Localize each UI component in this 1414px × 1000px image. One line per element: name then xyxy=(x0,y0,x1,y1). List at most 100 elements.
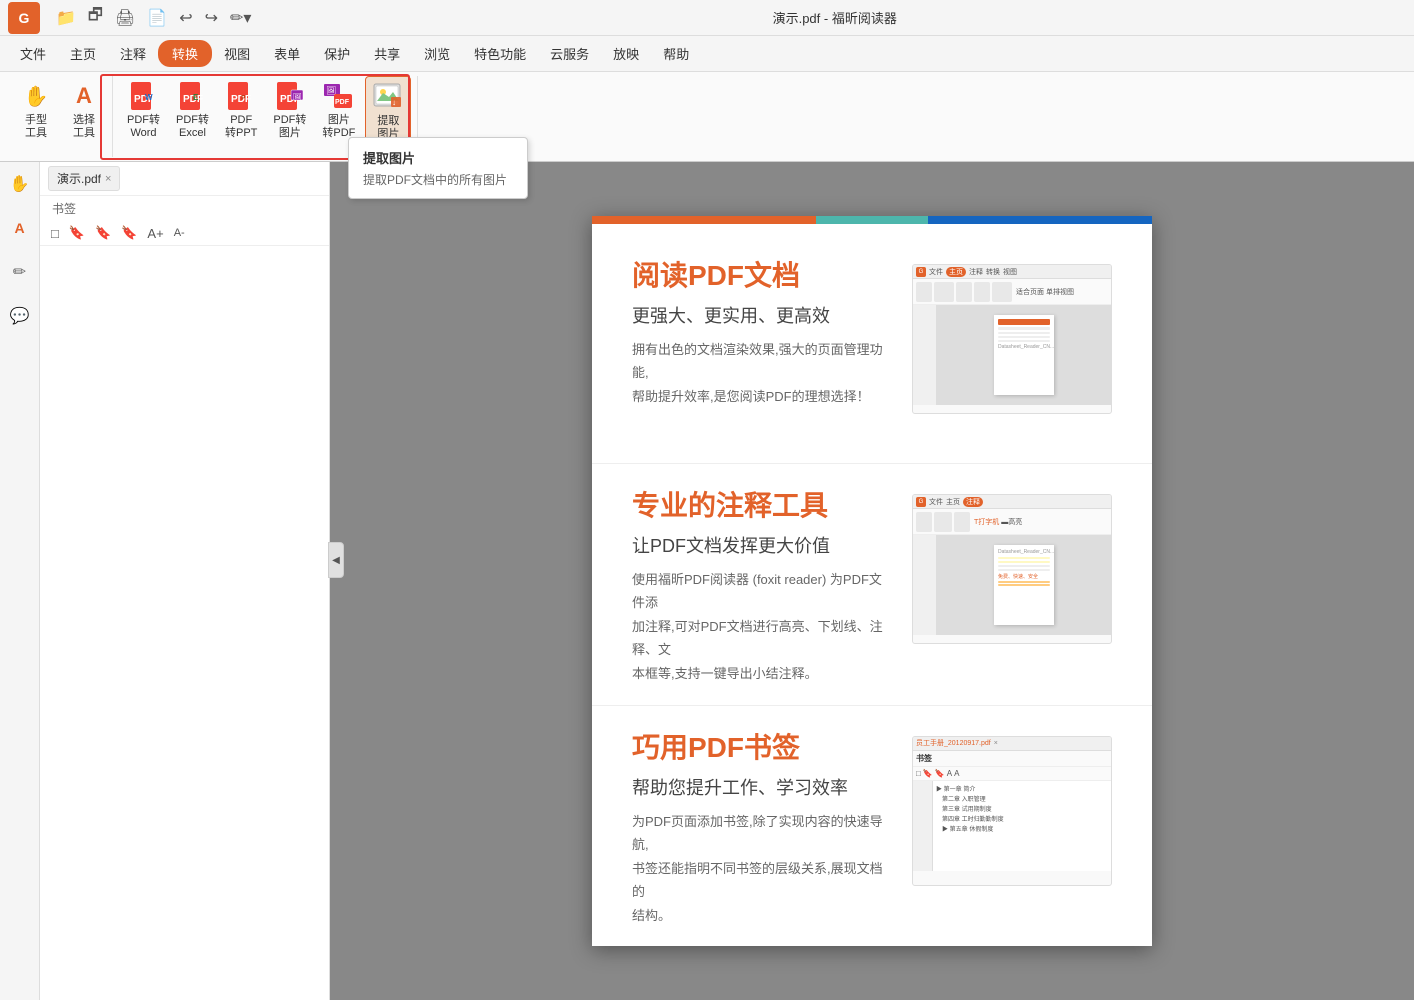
title-toolbar: 📁 🗗 🖨 📄 ↩ ↪ ✏▾ xyxy=(52,2,255,33)
pdf-to-ppt-button[interactable]: PDF P PDF转PPT xyxy=(219,76,263,144)
undo-icon[interactable]: ↩ xyxy=(175,6,196,30)
menu-home[interactable]: 主页 xyxy=(58,40,108,67)
thumb1-annotate: 注释 xyxy=(969,267,983,277)
thumb2-sidebar xyxy=(913,535,937,635)
menu-view[interactable]: 视图 xyxy=(212,40,262,67)
file-tab-name: 演示.pdf xyxy=(57,170,101,187)
menu-protect[interactable]: 保护 xyxy=(312,40,362,67)
thumb2-logo: G xyxy=(916,497,926,507)
sidebar-edit-icon[interactable]: ✏ xyxy=(6,258,34,286)
content-area: 阅读PDF文档 更强大、更实用、更高效 拥有出色的文档渲染效果,强大的页面管理功… xyxy=(330,162,1414,1000)
file-tab-demo[interactable]: 演示.pdf × xyxy=(48,166,120,191)
extract-image-icon: ↓ xyxy=(372,81,404,113)
thumb2-underline: ▬高亮 xyxy=(1001,517,1022,527)
thumb1-filename: Datasheet_Reader_CN... xyxy=(998,344,1050,350)
thumb1-tool1 xyxy=(916,282,932,302)
menu-special[interactable]: 特色功能 xyxy=(462,40,538,67)
thumb1-logo: G xyxy=(916,267,926,277)
pdf-to-word-icon: PDF W xyxy=(128,80,160,112)
thumb3-bookmarks: ▶ 第一章 简介 第二章 入职管理 第三章 试用期制度 第四章 工时归勤勤制度 … xyxy=(933,781,1111,871)
edit-icon[interactable]: ✏▾ xyxy=(226,6,255,30)
menu-help[interactable]: 帮助 xyxy=(651,40,701,67)
color-bar-teal xyxy=(816,216,928,224)
new-doc-icon[interactable]: 📄 xyxy=(143,6,171,30)
image-to-pdf-button[interactable]: 🖼 PDF 图片转PDF xyxy=(316,76,361,144)
menu-cloud[interactable]: 云服务 xyxy=(538,40,601,67)
sidebar-hand-icon[interactable]: ✋ xyxy=(6,170,34,198)
menu-bar: 文件 主页 注释 转换 视图 表单 保护 共享 浏览 特色功能 云服务 放映 帮… xyxy=(0,36,1414,72)
thumb1-tool2 xyxy=(934,282,954,302)
section1-title: 阅读PDF文档 xyxy=(632,254,892,294)
pdf-to-image-button[interactable]: PDF 🖼 PDF转图片 xyxy=(267,76,312,144)
menu-file[interactable]: 文件 xyxy=(8,40,58,67)
pdf-to-image-label: PDF转图片 xyxy=(273,114,306,140)
window-title: 演示.pdf - 福昕阅读器 xyxy=(263,8,1406,27)
thumb2-annotate: 注释 xyxy=(963,497,983,507)
select-tool-label: 选择工具 xyxy=(73,114,95,140)
select-tool-button[interactable]: A 选择工具 xyxy=(62,76,106,144)
pdf-to-excel-button[interactable]: PDF E PDF转Excel xyxy=(170,76,215,144)
pdf-to-word-button[interactable]: PDF W PDF转Word xyxy=(121,76,166,144)
svg-text:↓: ↓ xyxy=(392,98,396,107)
section1-text: 拥有出色的文档渲染效果,强大的页面管理功能,帮助提升效率,是您阅读PDF的理想选… xyxy=(632,338,892,408)
tooltip-title: 提取图片 xyxy=(363,148,513,167)
thumb3-tool1: □ xyxy=(916,769,921,778)
thumb3-bookmark-label: 书签 xyxy=(916,753,932,764)
thumb2-filename: Datasheet_Reader_CN... xyxy=(998,549,1050,555)
left-sidebar: ✋ A ✏ 💬 xyxy=(0,162,40,1000)
hand-tool-label: 手型工具 xyxy=(25,114,47,140)
thumb1-filemenu: 文件 xyxy=(929,267,943,277)
bookmark-icon1[interactable]: 🔖 xyxy=(66,223,88,243)
bookmark-toolbar: □ 🔖 🔖 🔖 A+ A- xyxy=(40,221,329,246)
thumb1-sidebar xyxy=(913,305,937,405)
thumb3-sidebar xyxy=(913,781,933,871)
title-bar: G 📁 🗗 🖨 📄 ↩ ↪ ✏▾ 演示.pdf - 福昕阅读器 xyxy=(0,0,1414,36)
sidebar-comment-icon[interactable]: 💬 xyxy=(6,302,34,330)
tooltip-popup: 提取图片 提取PDF文档中的所有图片 xyxy=(348,137,528,199)
menu-slideshow[interactable]: 放映 xyxy=(601,40,651,67)
preview-section-2: 专业的注释工具 让PDF文档发挥更大价值 使用福昕PDF阅读器 (foxit r… xyxy=(592,464,1152,706)
tooltip-description: 提取PDF文档中的所有图片 xyxy=(363,171,513,188)
bookmark-font-small[interactable]: A- xyxy=(171,225,188,241)
menu-browse[interactable]: 浏览 xyxy=(412,40,462,67)
bookmark-font-large[interactable]: A+ xyxy=(144,224,166,243)
file-tab-close[interactable]: × xyxy=(105,173,111,185)
panel-collapse-button[interactable]: ◀ xyxy=(328,542,344,578)
thumb1-tool4 xyxy=(974,282,990,302)
thumb3-tool4: A xyxy=(947,769,952,778)
preview-section-1: 阅读PDF文档 更强大、更实用、更高效 拥有出色的文档渲染效果,强大的页面管理功… xyxy=(592,224,1152,464)
hand-tool-button[interactable]: ✋ 手型工具 xyxy=(14,76,58,144)
menu-forms[interactable]: 表单 xyxy=(262,40,312,67)
menu-share[interactable]: 共享 xyxy=(362,40,412,67)
window-icon[interactable]: 🗗 xyxy=(84,2,107,33)
thumb3-tool5: A xyxy=(954,769,959,778)
thumb2-free-text: 免费、快速、安全 xyxy=(998,573,1050,580)
thumb3-tool2: 🔖 xyxy=(923,769,933,778)
thumb2-tool1 xyxy=(916,512,932,532)
open-icon[interactable]: 📁 xyxy=(52,6,80,30)
svg-text:🖼: 🖼 xyxy=(326,86,336,95)
bookmark-icon2[interactable]: 🔖 xyxy=(92,223,114,243)
bookmark-icon3[interactable]: 🔖 xyxy=(118,223,140,243)
extract-image-button[interactable]: ↓ 提取图片 xyxy=(365,76,411,146)
thumb2-tool2 xyxy=(934,512,952,532)
menu-annotate[interactable]: 注释 xyxy=(108,40,158,67)
menu-convert[interactable]: 转换 xyxy=(158,40,212,67)
thumb2-doc: Datasheet_Reader_CN... 免费、快速、安全 xyxy=(937,535,1111,635)
bookmark-new-icon[interactable]: □ xyxy=(48,224,62,243)
redo-icon[interactable]: ↪ xyxy=(201,6,222,30)
section2-title: 专业的注释工具 xyxy=(632,484,892,524)
thumb2-file: 文件 xyxy=(929,497,943,507)
preview-color-bar-top xyxy=(592,216,1152,224)
section3-subtitle: 帮助您提升工作、学习效率 xyxy=(632,774,892,800)
thumb1-doc: Datasheet_Reader_CN... xyxy=(937,305,1111,405)
print-icon[interactable]: 🖨 xyxy=(111,6,139,30)
section1-subtitle: 更强大、更实用、更高效 xyxy=(632,302,892,328)
pdf-to-word-label: PDF转Word xyxy=(127,114,160,140)
section3-title: 巧用PDF书签 xyxy=(632,726,892,766)
preview-section-3: 巧用PDF书签 帮助您提升工作、学习效率 为PDF页面添加书签,除了实现内容的快… xyxy=(592,706,1152,946)
thumb1-convert: 转换 xyxy=(986,267,1000,277)
sidebar-select-icon[interactable]: A xyxy=(6,214,34,242)
thumb3-tool3: 🔖 xyxy=(935,769,945,778)
thumb2-home: 主页 xyxy=(946,497,960,507)
